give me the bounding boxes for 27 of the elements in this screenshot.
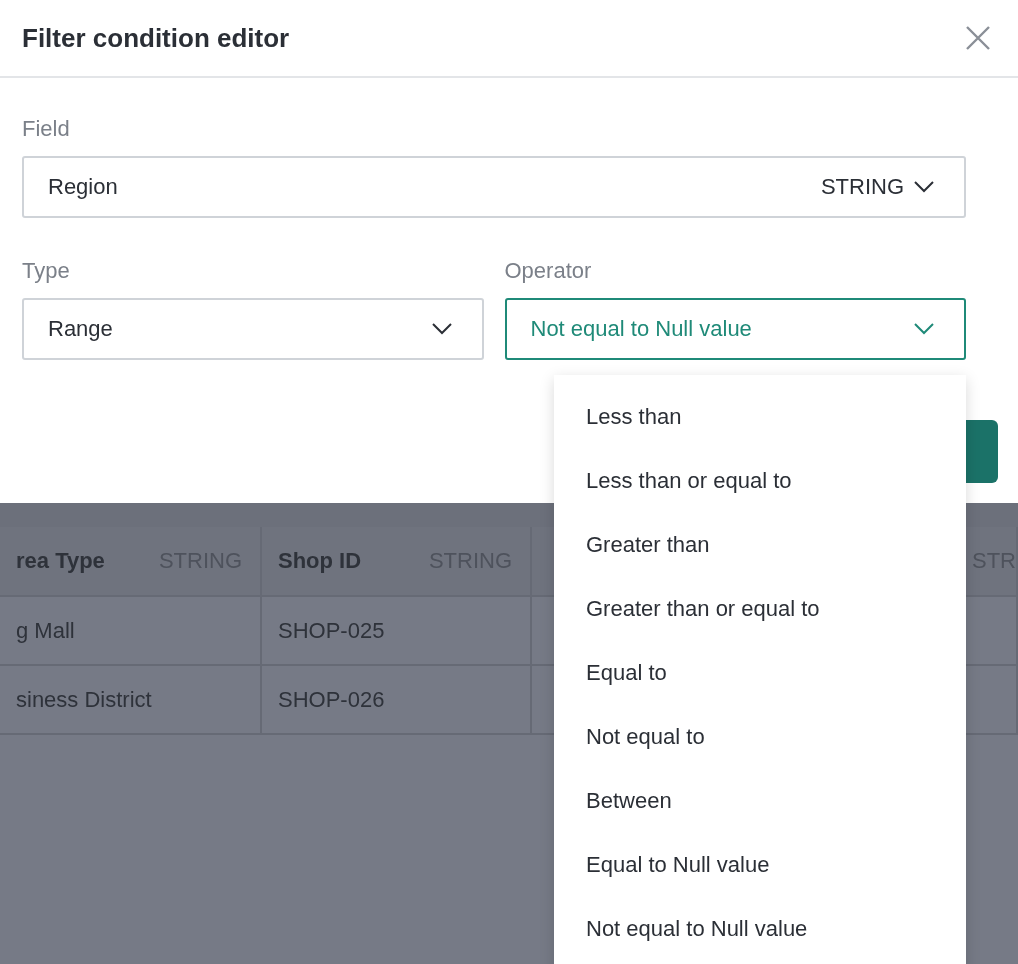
field-label: Field: [22, 116, 71, 142]
dialog-title: Filter condition editor: [22, 22, 290, 54]
menu-item[interactable]: Equal to Null value: [554, 833, 966, 897]
column-name: rea Type: [16, 548, 105, 574]
menu-item[interactable]: Greater than or equal to: [554, 577, 966, 641]
chevron-down-icon: [914, 181, 934, 193]
close-icon[interactable]: [966, 26, 990, 50]
operator-label: Operator: [504, 258, 593, 284]
menu-item[interactable]: Equal to: [554, 641, 966, 705]
column-name: Shop ID: [278, 548, 362, 574]
menu-item[interactable]: Not equal to: [554, 705, 966, 769]
table-cell: g Mall: [0, 597, 262, 666]
menu-item[interactable]: Greater than: [554, 513, 966, 577]
table-cell: SHOP-026: [262, 666, 532, 735]
type-select[interactable]: Range: [22, 298, 484, 360]
menu-item[interactable]: Less than: [554, 385, 966, 449]
type-label: Type: [22, 258, 71, 284]
chevron-down-icon: [431, 323, 452, 335]
table-cell: SHOP-025: [262, 597, 532, 666]
field-select[interactable]: Region STRING: [22, 156, 966, 218]
menu-item[interactable]: Not equal to Null value: [554, 897, 966, 961]
field-type-label: STRING: [820, 174, 904, 200]
table-cell: siness District: [0, 666, 262, 735]
menu-item[interactable]: Between: [554, 769, 966, 833]
menu-item[interactable]: Less than or equal to: [554, 449, 966, 513]
chevron-down-icon: [914, 323, 934, 335]
operator-select[interactable]: Not equal to Null value: [504, 298, 966, 360]
